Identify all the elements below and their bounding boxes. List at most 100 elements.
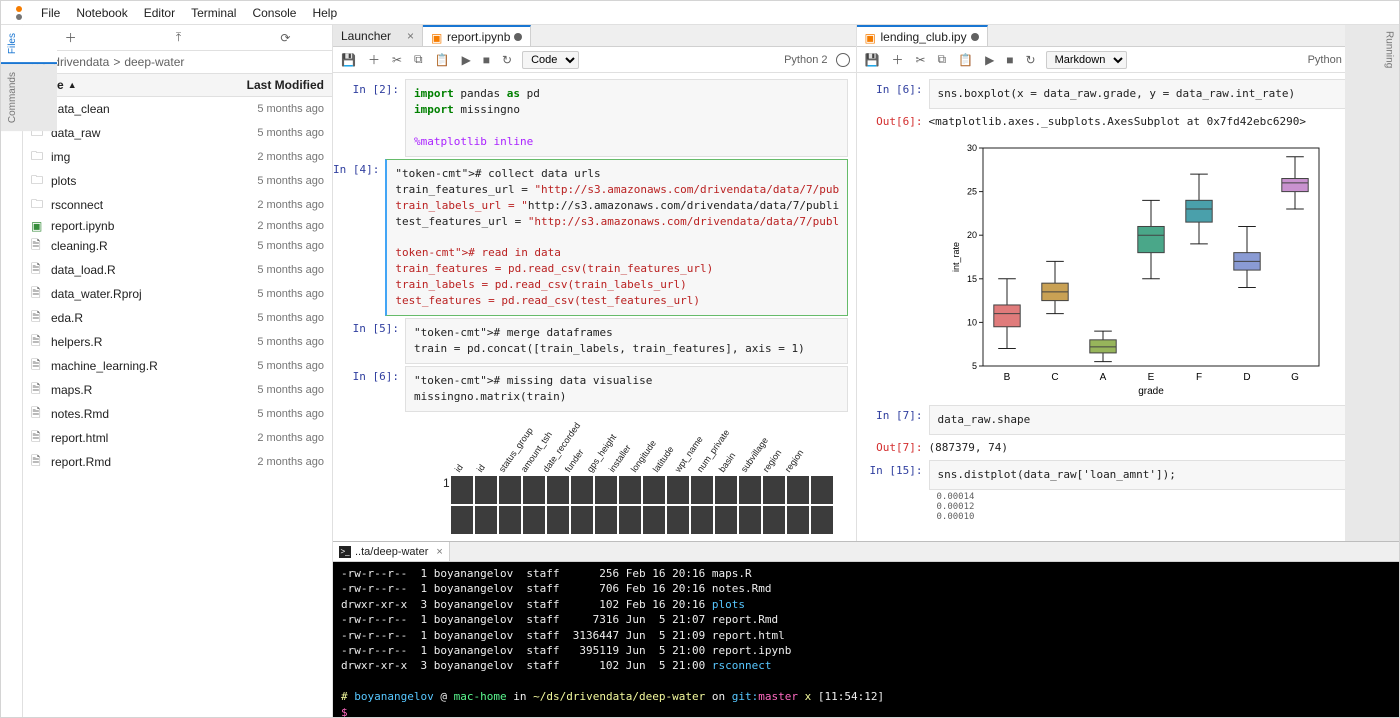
close-icon[interactable]: × bbox=[407, 29, 414, 43]
tab-label: ..ta/deep-water bbox=[355, 546, 428, 558]
file-row[interactable]: 🗎maps.R5 months ago bbox=[23, 378, 332, 402]
terminal-body[interactable]: -rw-r--r-- 1 boyanangelov staff 256 Feb … bbox=[333, 562, 1399, 717]
file-row[interactable]: 🗀rsconnect2 months ago bbox=[23, 193, 332, 217]
upload-icon[interactable]: ⤒ bbox=[176, 30, 181, 45]
file-row[interactable]: 🗀plots5 months ago bbox=[23, 169, 332, 193]
column-modified[interactable]: Last Modified bbox=[224, 78, 324, 92]
file-row[interactable]: 🗎cleaning.R5 months ago bbox=[23, 234, 332, 258]
celltype-select[interactable]: Code bbox=[522, 51, 579, 69]
svg-text:5: 5 bbox=[971, 361, 976, 371]
file-name: rsconnect bbox=[51, 198, 224, 212]
stop-icon[interactable]: ■ bbox=[1004, 51, 1015, 69]
file-name: data_clean bbox=[51, 102, 224, 116]
file-modified: 5 months ago bbox=[224, 127, 324, 139]
siderail-commands[interactable]: Commands bbox=[0, 64, 57, 131]
add-cell-icon[interactable]: ＋ bbox=[366, 49, 382, 70]
menu-notebook[interactable]: Notebook bbox=[68, 4, 135, 22]
prompt-in: In [4]: bbox=[333, 159, 385, 316]
siderail-running[interactable]: Running bbox=[1345, 25, 1400, 541]
code-cell[interactable]: sns.boxplot(x = data_raw.grade, y = data… bbox=[929, 79, 1372, 109]
file-name: report.html bbox=[51, 431, 224, 445]
file-modified: 2 months ago bbox=[224, 432, 324, 444]
code-cell[interactable]: data_raw.shape bbox=[929, 405, 1372, 435]
restart-icon[interactable]: ↻ bbox=[500, 51, 514, 69]
file-row[interactable]: 🗎report.Rmd2 months ago bbox=[23, 450, 332, 474]
celltype-select[interactable]: Markdown bbox=[1046, 51, 1127, 69]
file-name: data_water.Rproj bbox=[51, 287, 224, 301]
new-icon[interactable]: ＋ bbox=[65, 29, 77, 46]
file-row[interactable]: 🗎helpers.R5 months ago bbox=[23, 330, 332, 354]
stop-icon[interactable]: ■ bbox=[481, 51, 492, 69]
svg-text:D: D bbox=[1243, 372, 1250, 383]
kernel-status-icon[interactable] bbox=[836, 53, 850, 67]
file-row[interactable]: 🗎machine_learning.R5 months ago bbox=[23, 354, 332, 378]
menu-console[interactable]: Console bbox=[244, 4, 304, 22]
file-modified: 5 months ago bbox=[224, 103, 324, 115]
menu-help[interactable]: Help bbox=[304, 4, 345, 22]
file-modified: 2 months ago bbox=[224, 151, 324, 163]
file-row[interactable]: 🗎notes.Rmd5 months ago bbox=[23, 402, 332, 426]
code-cell[interactable]: "token-cmt"># missing data visualise mis… bbox=[405, 366, 848, 412]
save-icon[interactable]: 💾 bbox=[863, 51, 882, 69]
left-notebook-panel: Launcher × ▣ report.ipynb 💾 ＋ ✂ ⧉ bbox=[333, 25, 857, 541]
close-icon[interactable]: × bbox=[436, 546, 442, 558]
menu-file[interactable]: File bbox=[33, 4, 68, 22]
code-cell[interactable]: "token-cmt"># merge dataframes train = p… bbox=[405, 318, 848, 364]
svg-text:C: C bbox=[1051, 372, 1058, 383]
code-cell[interactable]: "token-cmt"># collect data urls train_fe… bbox=[385, 159, 848, 316]
svg-text:10: 10 bbox=[966, 317, 976, 327]
menu-editor[interactable]: Editor bbox=[136, 4, 183, 22]
cut-icon[interactable]: ✂ bbox=[390, 51, 404, 69]
svg-text:F: F bbox=[1195, 372, 1201, 383]
svg-text:E: E bbox=[1147, 372, 1154, 383]
menu-terminal[interactable]: Terminal bbox=[183, 4, 244, 22]
file-modified: 5 months ago bbox=[224, 384, 324, 396]
file-row[interactable]: 🗀img2 months ago bbox=[23, 145, 332, 169]
file-row[interactable]: 🗀data_raw5 months ago bbox=[23, 121, 332, 145]
menubar: FileNotebookEditorTerminalConsoleHelp bbox=[1, 1, 1399, 25]
terminal-tab[interactable]: >_ ..ta/deep-water × bbox=[333, 542, 450, 561]
restart-icon[interactable]: ↻ bbox=[1024, 51, 1038, 69]
save-icon[interactable]: 💾 bbox=[339, 51, 358, 69]
file-row[interactable]: 🗎data_water.Rproj5 months ago bbox=[23, 282, 332, 306]
run-icon[interactable]: ▶ bbox=[460, 51, 473, 69]
code-cell[interactable]: sns.distplot(data_raw['loan_amnt']); bbox=[929, 460, 1372, 490]
jupyter-logo bbox=[11, 5, 27, 21]
tab-launcher[interactable]: Launcher × bbox=[333, 25, 423, 46]
file-icon: 🗎 bbox=[31, 236, 47, 257]
sort-asc-icon[interactable]: ▲ bbox=[68, 80, 77, 90]
file-row[interactable]: 🗎data_load.R5 months ago bbox=[23, 258, 332, 282]
file-row[interactable]: 🗀data_clean5 months ago bbox=[23, 97, 332, 121]
file-row[interactable]: 🗎eda.R5 months ago bbox=[23, 306, 332, 330]
file-name: helpers.R bbox=[51, 335, 224, 349]
svg-text:20: 20 bbox=[966, 230, 976, 240]
file-modified: 2 months ago bbox=[224, 199, 324, 211]
siderail-files[interactable]: Files bbox=[0, 25, 57, 64]
breadcrumb[interactable]: ⌂ >drivendata >deep-water bbox=[23, 51, 332, 74]
code-cell[interactable]: import pandas as pd import missingno %ma… bbox=[405, 79, 848, 157]
kernel-name[interactable]: Python 2 bbox=[784, 54, 827, 66]
copy-icon[interactable]: ⧉ bbox=[936, 50, 949, 69]
file-row[interactable]: 🗎report.html2 months ago bbox=[23, 426, 332, 450]
paste-icon[interactable]: 📋 bbox=[433, 51, 452, 69]
cell-output: (887379, 74) bbox=[929, 437, 1372, 458]
cut-icon[interactable]: ✂ bbox=[913, 51, 927, 69]
file-modified: 2 months ago bbox=[224, 220, 324, 232]
prompt-out: Out[6]: bbox=[857, 111, 929, 132]
tab-lending-club[interactable]: ▣ lending_club.ipy bbox=[857, 25, 988, 46]
refresh-icon[interactable]: ⟳ bbox=[280, 31, 290, 45]
prompt-in: In [5]: bbox=[333, 318, 405, 364]
file-row[interactable]: ▣report.ipynb2 months ago bbox=[23, 217, 332, 234]
copy-icon[interactable]: ⧉ bbox=[412, 50, 425, 69]
prompt-in: In [7]: bbox=[857, 405, 929, 435]
add-cell-icon[interactable]: ＋ bbox=[889, 49, 905, 70]
file-name: maps.R bbox=[51, 383, 224, 397]
tab-report-ipynb[interactable]: ▣ report.ipynb bbox=[423, 25, 531, 46]
run-icon[interactable]: ▶ bbox=[983, 51, 996, 69]
paste-icon[interactable]: 📋 bbox=[956, 51, 975, 69]
file-icon: 🗎 bbox=[31, 452, 47, 473]
file-icon: 🗎 bbox=[31, 332, 47, 353]
file-modified: 5 months ago bbox=[224, 264, 324, 276]
svg-text:int_rate: int_rate bbox=[951, 242, 961, 272]
file-name: plots bbox=[51, 174, 224, 188]
